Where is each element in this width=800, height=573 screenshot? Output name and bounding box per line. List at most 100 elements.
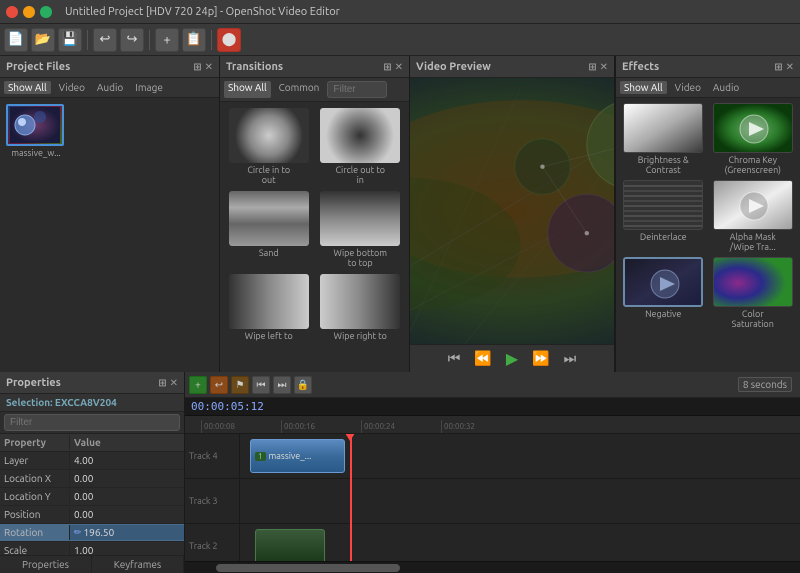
vp-close-icon[interactable]: ✕ [600, 61, 608, 73]
transition-wipe-bottom[interactable]: Wipe bottomto top [318, 191, 404, 268]
effects-close-icon[interactable]: ✕ [786, 61, 794, 73]
prop-name-location-x: Location X [0, 471, 70, 486]
clip-number: 1 [255, 452, 266, 461]
minimize-button[interactable] [23, 6, 35, 18]
tl-add-button[interactable]: + [189, 376, 207, 394]
new-button[interactable]: 📄 [4, 28, 28, 52]
track-2-area[interactable] [240, 524, 800, 561]
prop-value-location-y: 0.00 [70, 489, 184, 504]
transition-label-wipe-bottom: Wipe bottomto top [333, 248, 387, 268]
record-button[interactable]: ⬤ [217, 28, 241, 52]
transition-thumb-circle-in [229, 108, 309, 163]
timeline-toolbar: + ↩ ⚑ ⏮ ⏭ 🔒 8 seconds [185, 372, 800, 398]
effects-grid: Brightness &Contrast [616, 98, 800, 334]
transitions-filter-input[interactable] [327, 81, 387, 98]
panel-header-icons: ⊞ ✕ [193, 61, 213, 73]
effects-tab-video[interactable]: Video [671, 81, 705, 94]
timeline-playhead[interactable] [350, 434, 352, 561]
file-label: massive_w... [6, 148, 66, 158]
project-files-panel: Project Files ⊞ ✕ Show All Video Audio I… [0, 56, 220, 372]
tab-image[interactable]: Image [131, 81, 167, 94]
toolbar-separator-1 [87, 30, 88, 50]
undo-button[interactable]: ↩ [93, 28, 117, 52]
tl-lock-button[interactable]: 🔒 [294, 376, 312, 394]
effects-panel-top: Effects ⊞ ✕ Show All Video Audio [615, 56, 800, 372]
tab-audio[interactable]: Audio [93, 81, 127, 94]
skip-back-button[interactable]: ⏮ [444, 348, 465, 369]
prop-col-value: Value [70, 435, 184, 450]
transition-wipe-left[interactable]: Wipe left to [226, 274, 312, 341]
vp-menu-icon[interactable]: ⊞ [588, 61, 596, 73]
vp-header-icons: ⊞ ✕ [588, 61, 608, 73]
tl-flag-button[interactable]: ⚑ [231, 376, 249, 394]
tl-start-button[interactable]: ⏮ [252, 376, 270, 394]
trans-tab-show-all[interactable]: Show All [224, 81, 271, 98]
transition-circle-out[interactable]: Circle out toin [318, 108, 404, 185]
clip-massive[interactable]: 1 massive_... [250, 439, 345, 473]
bottom-area: Properties ⊞ ✕ Selection: EXCCA8V204 Pro… [0, 372, 800, 573]
transition-wipe-right[interactable]: Wipe right to [318, 274, 404, 341]
trans-menu-icon[interactable]: ⊞ [383, 61, 391, 73]
effect-alpha[interactable]: Alpha Mask/Wipe Tra... [711, 180, 796, 252]
effect-brightness[interactable]: Brightness &Contrast [621, 103, 706, 175]
effect-label-negative: Negative [645, 309, 681, 319]
effect-negative[interactable]: Negative [621, 257, 706, 329]
effects-header-icons: ⊞ ✕ [774, 61, 794, 73]
effect-saturation[interactable]: ColorSaturation [711, 257, 796, 329]
maximize-button[interactable] [40, 6, 52, 18]
prop-close-icon[interactable]: ✕ [170, 377, 178, 389]
save-button[interactable]: 💾 [58, 28, 82, 52]
panel-close-icon[interactable]: ✕ [205, 61, 213, 73]
prop-tab-keyframes[interactable]: Keyframes [92, 556, 184, 573]
properties-filter-input[interactable] [4, 414, 180, 431]
skip-forward-button[interactable]: ⏭ [560, 348, 581, 369]
tab-video[interactable]: Video [55, 81, 89, 94]
trans-tab-common[interactable]: Common [275, 81, 324, 98]
prop-row-rotation[interactable]: Rotation ✏ 196.50 [0, 524, 184, 542]
track-4-area[interactable]: 1 massive_... [240, 434, 800, 478]
effect-chroma[interactable]: Chroma Key(Greenscreen) [711, 103, 796, 175]
import-button[interactable]: 📋 [182, 28, 206, 52]
panel-menu-icon[interactable]: ⊞ [193, 61, 201, 73]
tab-show-all[interactable]: Show All [4, 81, 51, 94]
fast-forward-button[interactable]: ⏩ [528, 348, 553, 369]
transitions-header: Transitions ⊞ ✕ [220, 56, 409, 78]
title-bar: Untitled Project [HDV 720 24p] - OpenSho… [0, 0, 800, 24]
effects-menu-icon[interactable]: ⊞ [774, 61, 782, 73]
file-thumbnail [6, 104, 64, 146]
play-button[interactable]: ▶ [502, 347, 522, 370]
redo-button[interactable]: ↪ [120, 28, 144, 52]
prop-name-layer: Layer [0, 453, 70, 468]
track-4-row: Track 4 1 massive_... [185, 434, 800, 479]
prop-menu-icon[interactable]: ⊞ [158, 377, 166, 389]
main-toolbar: 📄 📂 💾 ↩ ↪ + 📋 ⬤ [0, 24, 800, 56]
time-seconds: 8 seconds [738, 377, 792, 392]
tl-end-button[interactable]: ⏭ [273, 376, 291, 394]
prop-value-rotation[interactable]: ✏ 196.50 [70, 525, 184, 540]
timeline-scrollbar[interactable] [185, 561, 800, 573]
transition-sand[interactable]: Sand [226, 191, 312, 268]
clip-track2[interactable] [255, 529, 325, 561]
ruler-mark-0: 00:00:08 [201, 420, 281, 433]
file-item[interactable]: massive_w... [6, 104, 66, 158]
transition-circle-in[interactable]: Circle in toout [226, 108, 312, 185]
close-button[interactable] [6, 6, 18, 18]
add-button[interactable]: + [155, 28, 179, 52]
scrollbar-thumb[interactable] [216, 564, 401, 572]
effect-thumb-deinterlace [623, 180, 703, 230]
prop-name-scale: Scale [0, 543, 70, 555]
preview-controls: ⏮ ⏪ ▶ ⏩ ⏭ [410, 344, 614, 372]
open-button[interactable]: 📂 [31, 28, 55, 52]
prop-row-location-x: Location X 0.00 [0, 470, 184, 488]
effect-deinterlace[interactable]: Deinterlace [621, 180, 706, 252]
tl-remove-button[interactable]: ↩ [210, 376, 228, 394]
track-3-area[interactable] [240, 479, 800, 523]
current-time: 00:00:05:12 [191, 400, 264, 413]
timeline-content: Track 4 1 massive_... Track 3 Track 2 [185, 434, 800, 561]
effects-tab-audio[interactable]: Audio [709, 81, 743, 94]
effects-tab-show-all[interactable]: Show All [620, 81, 667, 94]
trans-close-icon[interactable]: ✕ [395, 61, 403, 73]
transition-label-wipe-right: Wipe right to [334, 331, 387, 341]
rewind-button[interactable]: ⏪ [470, 348, 495, 369]
prop-tab-properties[interactable]: Properties [0, 556, 92, 573]
